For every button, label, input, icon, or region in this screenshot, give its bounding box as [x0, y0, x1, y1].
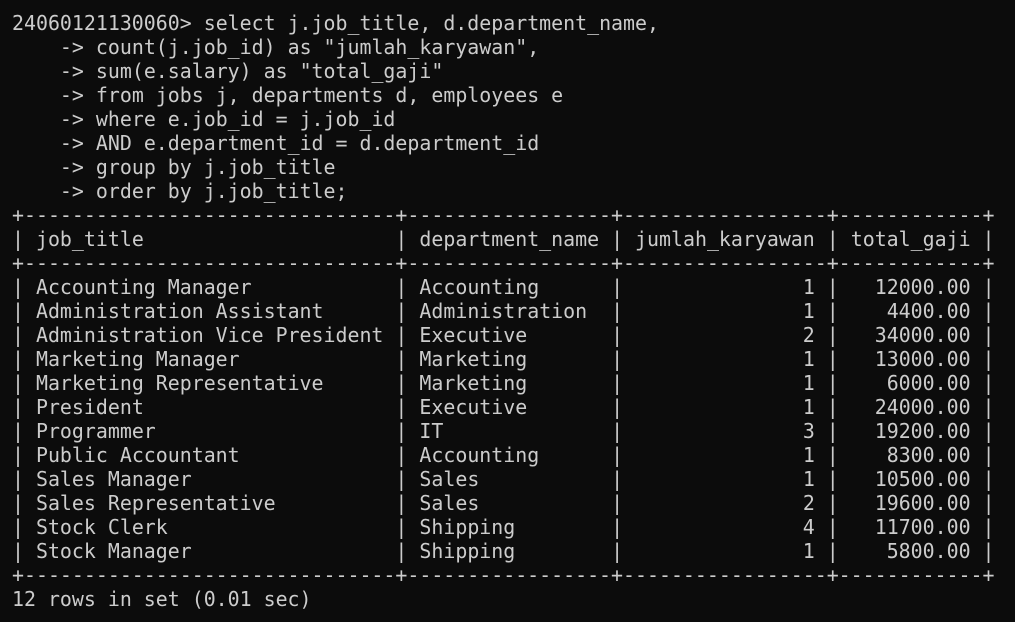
- row-count-status: 12 rows in set (0.01 sec): [12, 587, 312, 611]
- query-line: -> count(j.job_id) as "jumlah_karyawan",: [12, 35, 1010, 59]
- query-text: sum(e.salary) as "total_gaji": [95, 59, 444, 83]
- table-cell: 34000.00: [874, 323, 971, 347]
- query-line: -> order by j.job_title;: [12, 179, 1010, 203]
- query-text: select j.job_title, d.department_name,: [203, 11, 659, 35]
- table-cell: 3: [802, 419, 815, 443]
- table-cell: 5800.00: [886, 539, 971, 563]
- table-row: | Marketing Manager | Marketing | 1 | 13…: [12, 347, 995, 371]
- table-cell: 6000.00: [886, 371, 971, 395]
- table-cell: 1: [802, 347, 815, 371]
- column-header: jumlah_karyawan: [635, 227, 815, 251]
- table-row: | President | Executive | 1 | 24000.00 |: [12, 395, 995, 419]
- query-text: order by j.job_title;: [95, 179, 348, 203]
- continuation-prompt: ->: [59, 155, 84, 179]
- table-cell: 8300.00: [886, 443, 971, 467]
- table-cell: Shipping: [419, 539, 516, 563]
- query-line: -> sum(e.salary) as "total_gaji": [12, 59, 1010, 83]
- query-line: -> AND e.department_id = d.department_id: [12, 131, 1010, 155]
- table-cell: 2: [802, 491, 815, 515]
- query-text: group by j.job_title: [95, 155, 336, 179]
- prompt: 24060121130060>: [12, 11, 192, 35]
- table-cell: IT: [419, 419, 444, 443]
- table-row: | Programmer | IT | 3 | 19200.00 |: [12, 419, 995, 443]
- table-cell: Executive: [419, 323, 528, 347]
- table-cell: Shipping: [419, 515, 516, 539]
- table-cell: Stock Clerk: [35, 515, 168, 539]
- continuation-prompt: ->: [59, 35, 84, 59]
- table-border: +-------------------------------+-------…: [12, 251, 995, 275]
- table-cell: 19200.00: [874, 419, 971, 443]
- query-text: from jobs j, departments d, employees e: [95, 83, 564, 107]
- table-cell: Administration Vice President: [35, 323, 384, 347]
- table-row: | Marketing Representative | Marketing |…: [12, 371, 995, 395]
- table-cell: Public Accountant: [35, 443, 240, 467]
- table-cell: 2: [802, 323, 815, 347]
- table-cell: 4: [802, 515, 815, 539]
- table-row: | Sales Manager | Sales | 1 | 10500.00 |: [12, 467, 995, 491]
- table-row: | Administration Assistant | Administrat…: [12, 299, 995, 323]
- terminal-window[interactable]: 24060121130060> select j.job_title, d.de…: [0, 0, 1015, 622]
- table-cell: Sales Representative: [35, 491, 276, 515]
- query-line: -> group by j.job_title: [12, 155, 1010, 179]
- query-line: -> from jobs j, departments d, employees…: [12, 83, 1010, 107]
- table-cell: 1: [802, 299, 815, 323]
- continuation-prompt: ->: [59, 107, 84, 131]
- table-row: | Stock Clerk | Shipping | 4 | 11700.00 …: [12, 515, 995, 539]
- table-cell: Marketing Representative: [35, 371, 324, 395]
- table-border: +-------------------------------+-------…: [12, 203, 995, 227]
- table-cell: 1: [802, 395, 815, 419]
- table-cell: 1: [802, 539, 815, 563]
- query-text: where e.job_id = j.job_id: [95, 107, 396, 131]
- table-row: | Stock Manager | Shipping | 1 | 5800.00…: [12, 539, 995, 563]
- table-cell: Accounting: [419, 443, 540, 467]
- query-text: count(j.job_id) as "jumlah_karyawan",: [95, 35, 540, 59]
- table-cell: President: [35, 395, 144, 419]
- table-cell: 19600.00: [874, 491, 971, 515]
- result-summary: 12 rows in set (0.01 sec): [12, 587, 1010, 611]
- table-cell: Marketing: [419, 347, 528, 371]
- table-cell: 1: [802, 275, 815, 299]
- table-cell: Administration Assistant: [35, 299, 324, 323]
- table-cell: Accounting: [419, 275, 540, 299]
- table-row: | Accounting Manager | Accounting | 1 | …: [12, 275, 995, 299]
- continuation-prompt: ->: [59, 179, 84, 203]
- table-cell: 1: [802, 371, 815, 395]
- table-cell: Stock Manager: [35, 539, 192, 563]
- column-header: department_name: [419, 227, 600, 251]
- query-text: AND e.department_id = d.department_id: [95, 131, 540, 155]
- table-cell: 11700.00: [874, 515, 971, 539]
- table-cell: Marketing Manager: [35, 347, 240, 371]
- table-header-row: | job_title | department_name | jumlah_k…: [12, 227, 995, 251]
- continuation-prompt: ->: [59, 83, 84, 107]
- column-header: total_gaji: [850, 227, 971, 251]
- table-cell: Executive: [419, 395, 528, 419]
- table-row: | Public Accountant | Accounting | 1 | 8…: [12, 443, 995, 467]
- table-cell: 24000.00: [874, 395, 971, 419]
- table-cell: 13000.00: [874, 347, 971, 371]
- table-cell: 10500.00: [874, 467, 971, 491]
- continuation-prompt: ->: [59, 59, 84, 83]
- table-cell: Marketing: [419, 371, 528, 395]
- table-row: | Administration Vice President | Execut…: [12, 323, 995, 347]
- table-row: | Sales Representative | Sales | 2 | 196…: [12, 491, 995, 515]
- table-cell: 12000.00: [874, 275, 971, 299]
- table-cell: Administration: [419, 299, 588, 323]
- table-cell: Accounting Manager: [35, 275, 252, 299]
- table-border: +-------------------------------+-------…: [12, 563, 995, 587]
- table-cell: 4400.00: [886, 299, 971, 323]
- table-cell: Programmer: [35, 419, 156, 443]
- query-line: -> where e.job_id = j.job_id: [12, 107, 1010, 131]
- column-header: job_title: [35, 227, 144, 251]
- terminal-output: 24060121130060> select j.job_title, d.de…: [12, 11, 1015, 611]
- continuation-prompt: ->: [59, 131, 84, 155]
- table-cell: 1: [802, 443, 815, 467]
- table-cell: Sales Manager: [35, 467, 192, 491]
- query-line: 24060121130060> select j.job_title, d.de…: [12, 11, 1010, 35]
- table-cell: Sales: [419, 491, 480, 515]
- table-cell: 1: [802, 467, 815, 491]
- table-cell: Sales: [419, 467, 480, 491]
